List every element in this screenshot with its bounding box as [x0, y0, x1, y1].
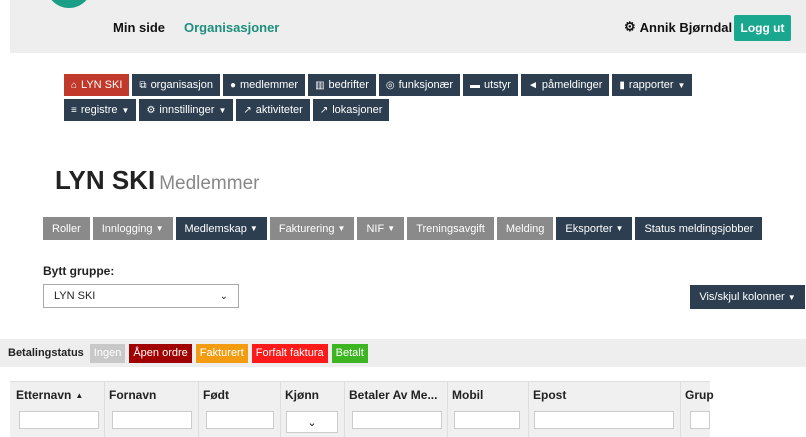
- column-header-kjonn[interactable]: Kjønn: [285, 388, 319, 402]
- logout-button[interactable]: Logg ut: [734, 15, 791, 41]
- bank-icon: ▥: [315, 79, 325, 91]
- column-divider: [104, 382, 105, 437]
- column-divider: [447, 382, 448, 437]
- filter-kjonn-select[interactable]: ⌄: [286, 411, 338, 433]
- caret-down-icon: ▼: [249, 224, 258, 233]
- column-header-epost[interactable]: Epost: [533, 388, 566, 402]
- group-label: Bytt gruppe:: [43, 264, 115, 278]
- external-link-icon: ↗: [243, 104, 252, 116]
- user-name: Annik Bjørndal: [639, 19, 733, 35]
- car-icon: ▬: [470, 79, 481, 91]
- nav-innstillinger[interactable]: ⚙ innstillinger ▼: [139, 99, 234, 121]
- column-header-fornavn[interactable]: Fornavn: [109, 388, 156, 402]
- caret-down-icon: ▼: [677, 80, 686, 90]
- chevron-down-icon: ⌄: [219, 290, 228, 302]
- toggle-columns-button[interactable]: Vis/skjul kolonner ▼: [690, 285, 805, 309]
- column-divider: [344, 382, 345, 437]
- user-menu[interactable]: ⚙ Annik Bjørndal: [624, 19, 732, 35]
- binoculars-icon: ◎: [385, 79, 395, 91]
- caret-down-icon: ▼: [787, 292, 796, 302]
- caret-down-icon: ▼: [387, 224, 396, 233]
- tab-innlogging[interactable]: Innlogging ▼: [92, 217, 173, 240]
- external-link-icon: ↗: [319, 104, 329, 116]
- tab-status-meldingsjobber[interactable]: Status meldingsjobber: [635, 217, 763, 240]
- filter-etternavn-input[interactable]: [19, 411, 99, 429]
- nav-medlemmer[interactable]: ● medlemmer: [222, 74, 306, 96]
- column-divider: [680, 382, 681, 437]
- column-divider: [280, 382, 281, 437]
- top-bar: Min side Organisasjoner ⚙ Annik Bjørndal…: [10, 0, 806, 53]
- bullhorn-icon: ◄: [527, 79, 538, 91]
- caret-down-icon: ▼: [218, 105, 227, 115]
- filter-epost-input[interactable]: [534, 411, 674, 429]
- tab-medlemskap[interactable]: Medlemskap ▼: [175, 217, 267, 240]
- sub-nav: Roller Innlogging ▼ Medlemskap ▼ Fakture…: [43, 217, 763, 240]
- caret-down-icon: ▼: [155, 224, 164, 233]
- members-table: Etternavn ▲ Fornavn Født Kjønn Betaler Av…: [10, 381, 714, 437]
- nav-rapporter[interactable]: ▮ rapporter ▼: [612, 74, 693, 96]
- column-divider: [198, 382, 199, 437]
- users-icon: ●: [229, 79, 236, 91]
- tab-roller[interactable]: Roller: [43, 217, 90, 240]
- cog-icon: ⚙: [624, 19, 636, 34]
- filter-fodt-input[interactable]: [206, 411, 274, 429]
- filter-gruppe-input[interactable]: [690, 411, 710, 429]
- status-badge-fakturert[interactable]: Fakturert: [195, 343, 248, 363]
- caret-down-icon: ▼: [615, 224, 624, 233]
- tab-nif[interactable]: NIF ▼: [357, 217, 405, 240]
- nav-aktiviteter[interactable]: ↗ aktiviteter: [236, 99, 310, 121]
- nav-registre[interactable]: ≡ registre ▼: [64, 99, 137, 121]
- filter-betaler-input[interactable]: [352, 411, 442, 429]
- page-subtitle: Medlemmer: [159, 173, 260, 194]
- nav-utstyr[interactable]: ▬ utstyr: [463, 74, 518, 96]
- group-select[interactable]: LYN SKI ⌄: [43, 284, 239, 308]
- sort-asc-icon: ▲: [75, 390, 84, 400]
- payment-status-label: Betalingstatus: [8, 347, 84, 359]
- nav-min-side[interactable]: Min side: [113, 20, 165, 35]
- tab-fakturering[interactable]: Fakturering ▼: [269, 217, 355, 240]
- cog-icon: ⚙: [146, 104, 156, 116]
- nav-organisasjon[interactable]: ⧉ organisasjon: [132, 74, 220, 96]
- payment-status-bar: Betalingstatus Ingen Åpen ordre Fakturer…: [0, 339, 806, 367]
- column-header-betaler[interactable]: Betaler Av Me...: [349, 388, 437, 402]
- nav-pameldinger[interactable]: ◄ påmeldinger: [520, 74, 610, 96]
- tab-eksporter[interactable]: Eksporter ▼: [556, 217, 633, 240]
- column-header-mobil[interactable]: Mobil: [452, 388, 483, 402]
- nav-funksjonaer[interactable]: ◎ funksjonær: [378, 74, 461, 96]
- filter-mobil-input[interactable]: [454, 411, 520, 429]
- chart-icon: ▮: [619, 79, 625, 91]
- logo[interactable]: [46, 0, 92, 8]
- filter-fornavn-input[interactable]: [112, 411, 192, 429]
- nav-bedrifter[interactable]: ▥ bedrifter: [308, 74, 376, 96]
- status-badge-apen-ordre[interactable]: Åpen ordre: [129, 343, 192, 363]
- chevron-down-icon: ⌄: [307, 416, 317, 429]
- home-icon: ⌂: [71, 79, 78, 91]
- column-divider: [528, 382, 529, 437]
- database-icon: ≡: [71, 104, 77, 116]
- tab-treningsavgift[interactable]: Treningsavgift: [407, 217, 494, 240]
- page-title: LYN SKI Medlemmer: [55, 165, 260, 195]
- tab-melding[interactable]: Melding: [496, 217, 554, 240]
- status-badge-betalt[interactable]: Betalt: [331, 343, 368, 363]
- caret-down-icon: ▼: [337, 224, 346, 233]
- nav-organisasjoner[interactable]: Organisasjoner: [184, 20, 279, 35]
- nav-lokasjoner[interactable]: ↗ lokasjoner: [312, 99, 390, 121]
- nav-lyn-ski[interactable]: ⌂ LYN SKI: [64, 74, 130, 96]
- caret-down-icon: ▼: [121, 105, 130, 115]
- main-nav: ⌂ LYN SKI ⧉ organisasjon ● medlemmer ▥ bedri…: [64, 74, 764, 124]
- column-header-etternavn[interactable]: Etternavn ▲: [16, 388, 83, 402]
- status-badge-ingen[interactable]: Ingen: [89, 343, 126, 363]
- sitemap-icon: ⧉: [139, 79, 147, 91]
- status-badge-forfalt-faktura[interactable]: Forfalt faktura: [251, 343, 328, 363]
- column-header-fodt[interactable]: Født: [203, 388, 229, 402]
- column-header-gruppe[interactable]: Grup: [685, 388, 714, 402]
